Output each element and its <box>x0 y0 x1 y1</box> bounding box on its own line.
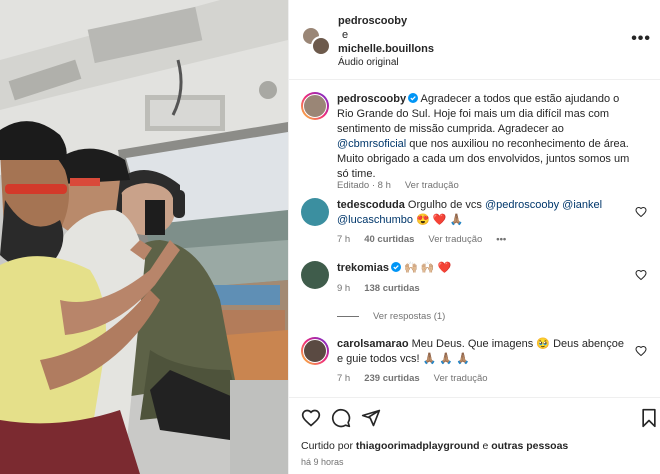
comment-translate-link[interactable]: Ver tradução <box>434 373 488 384</box>
comment-meta: 7 h 239 curtidas Ver tradução <box>337 373 502 384</box>
comment-translate-link[interactable]: Ver tradução <box>428 234 482 245</box>
comment-bubble-icon[interactable] <box>331 408 351 428</box>
audio-label[interactable]: Áudio original <box>338 56 434 70</box>
comments-section: pedroscooby Agradecer a todos que estão … <box>289 80 660 397</box>
post-header: pedroscooby e michelle.bouillons Áudio o… <box>289 0 660 80</box>
comment-mention[interactable]: @pedroscooby <box>485 199 559 211</box>
comment-item: tedescoduda Orgulho de vcs @pedroscooby … <box>301 198 651 248</box>
comment-likes[interactable]: 40 curtidas <box>364 234 414 245</box>
like-comment-heart-icon[interactable] <box>635 269 647 281</box>
comment-username[interactable]: tedescoduda <box>337 199 405 211</box>
comment-time: 7 h <box>337 234 351 245</box>
like-heart-icon[interactable] <box>301 408 321 428</box>
caption-username[interactable]: pedroscooby <box>337 93 406 105</box>
comment-text: tedescoduda Orgulho de vcs @pedroscooby … <box>337 198 633 228</box>
liked-by-others[interactable]: outras pessoas <box>491 440 568 452</box>
comment-likes[interactable]: 138 curtidas <box>364 283 419 294</box>
comment-text: carolsamarao Meu Deus. Que imagens 🥹 Deu… <box>337 337 633 367</box>
like-comment-heart-icon[interactable] <box>635 345 647 357</box>
coauthor-username[interactable]: michelle.bouillons <box>338 43 434 55</box>
comment-time: 7 h <box>337 373 351 384</box>
caption-avatar[interactable] <box>301 92 329 120</box>
post-photo[interactable] <box>0 0 288 474</box>
replies-divider <box>337 315 359 317</box>
caption-text: pedroscooby Agradecer a todos que estão … <box>337 92 633 182</box>
comment-body: Orgulho de vcs <box>404 199 485 211</box>
view-replies-link[interactable]: Ver respostas (1) <box>337 311 445 322</box>
helicopter-photo <box>0 0 288 474</box>
comment-avatar[interactable] <box>301 337 329 365</box>
comment-avatar[interactable] <box>301 261 329 289</box>
like-comment-heart-icon[interactable] <box>635 206 647 218</box>
post-time-ago: há 9 horas <box>301 457 344 467</box>
comment-username[interactable]: carolsamarao <box>337 338 409 350</box>
verified-badge-icon <box>390 262 401 272</box>
comment-more-icon[interactable]: ••• <box>496 234 506 245</box>
caption-meta: Editado · 8 h Ver tradução <box>337 180 473 191</box>
comment-avatar[interactable] <box>301 198 329 226</box>
author-username[interactable]: pedroscooby <box>338 15 407 27</box>
view-replies-label[interactable]: Ver respostas (1) <box>373 311 445 322</box>
comment-time: 9 h <box>337 283 351 294</box>
author-names: pedroscooby e michelle.bouillons Áudio o… <box>338 14 434 70</box>
verified-badge-icon <box>408 93 419 103</box>
post-actions: Curtido por thiagoorimadplayground e out… <box>289 397 660 474</box>
post-details-panel: pedroscooby e michelle.bouillons Áudio o… <box>288 0 660 474</box>
comment-emoji: 😍 ❤️ 🙏🏽 <box>412 214 464 226</box>
comment-item: carolsamarao Meu Deus. Que imagens 🥹 Deu… <box>301 337 651 387</box>
caption: pedroscooby Agradecer a todos que estão … <box>301 92 651 191</box>
comment-body: 🙌🏼 🙌🏼 ❤️ <box>400 262 452 274</box>
author-avatars[interactable] <box>301 26 331 56</box>
coauthor-avatar[interactable] <box>311 36 331 56</box>
comment-meta: 7 h 40 curtidas Ver tradução ••• <box>337 234 520 245</box>
liked-by-label: Curtido por <box>301 440 356 452</box>
comment-text: trekomias 🙌🏼 🙌🏼 ❤️ <box>337 261 633 276</box>
share-send-icon[interactable] <box>361 408 381 428</box>
liked-by-user[interactable]: thiagoorimadplayground <box>356 440 480 452</box>
caption-mention[interactable]: @cbmrsoficial <box>337 138 406 150</box>
author-conjunction: e <box>342 29 349 41</box>
save-bookmark-icon[interactable] <box>639 408 659 428</box>
comment-likes[interactable]: 239 curtidas <box>364 373 419 384</box>
caption-edited: Editado · 8 h <box>337 180 391 191</box>
comment-mention[interactable]: @iankel <box>562 199 602 211</box>
comment-mention[interactable]: @lucaschumbo <box>337 214 413 226</box>
comment-meta: 9 h 138 curtidas <box>337 283 434 294</box>
more-options-icon[interactable]: ••• <box>631 30 651 48</box>
liked-by-and: e <box>479 440 492 452</box>
comment-item: trekomias 🙌🏼 🙌🏼 ❤️ 9 h 138 curtidas <box>301 261 651 301</box>
comment-username[interactable]: trekomias <box>337 262 389 274</box>
liked-by-text: Curtido por thiagoorimadplayground e out… <box>301 440 568 452</box>
caption-translate-link[interactable]: Ver tradução <box>405 180 459 191</box>
